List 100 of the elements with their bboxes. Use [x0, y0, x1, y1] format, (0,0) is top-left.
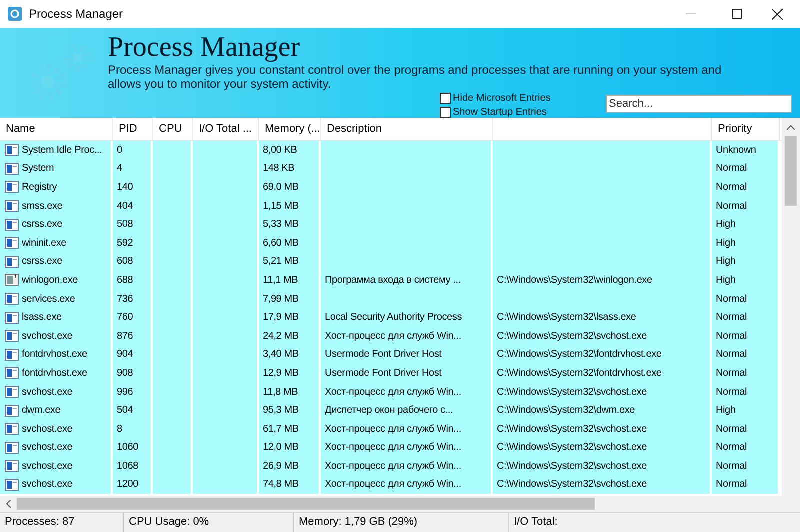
window-icon [5, 144, 19, 156]
maximize-icon[interactable] [732, 9, 742, 19]
horizontal-scrollbar[interactable] [0, 496, 800, 512]
table-cell: smss.exe [0, 196, 113, 216]
table-cell: wininit.exe [0, 234, 113, 253]
table-cell: Normal [712, 346, 780, 364]
table-cell: Normal [712, 476, 780, 494]
table-cell: High [712, 215, 780, 234]
table-cell: High [712, 401, 780, 420]
column-header[interactable]: Name [0, 118, 113, 140]
table-cell: System [0, 160, 113, 178]
table-cell: 95,3 MB [259, 401, 321, 420]
column-header[interactable]: Description [321, 118, 493, 140]
checkbox-label: Hide Microsoft Entries [453, 92, 551, 105]
window-title: Process Manager [29, 6, 124, 23]
table-cell: Normal [712, 160, 780, 178]
table-cell: C:\Windows\System32\fontdrvhost.exe [493, 364, 712, 383]
table-cell: 61,7 MB [259, 420, 321, 438]
scroll-up-icon[interactable] [787, 125, 795, 130]
table-cell: C:\Windows\System32\svchost.exe [493, 457, 712, 476]
table-cell: Usermode Font Driver Host [321, 346, 493, 364]
table-cell: fontdrvhost.exe [0, 346, 113, 364]
table-cell: 508 [113, 215, 153, 234]
table-cell: winlogon.exe [0, 271, 113, 290]
status-text: I/O Total: [514, 515, 558, 530]
column-header[interactable]: CPU [153, 118, 193, 140]
table-cell: Хост-процесс для служб Win... [321, 382, 493, 402]
table-cell: svchost.exe [0, 476, 113, 494]
checkbox[interactable] [440, 107, 451, 118]
window-icon [5, 256, 19, 268]
table-cell: 12,0 MB [259, 438, 321, 458]
table-cell: Normal [712, 326, 780, 346]
table-cell: Normal [712, 290, 780, 308]
table-cell: 5,21 MB [259, 252, 321, 272]
table-cell: 608 [113, 252, 153, 272]
table-cell: 996 [113, 382, 153, 402]
table-cell [193, 476, 259, 494]
table-cell: C:\Windows\System32\dwm.exe [493, 401, 712, 420]
table-cell: svchost.exe [0, 326, 113, 346]
window-icon [5, 274, 19, 286]
table-cell: Normal [712, 308, 780, 327]
window-icon [5, 162, 19, 175]
table-cell: 69,0 MB [259, 178, 321, 197]
table-cell: 904 [113, 346, 153, 364]
app-icon [8, 7, 22, 21]
table-cell: svchost.exe [0, 420, 113, 438]
window-icon [5, 330, 19, 342]
window-icon [5, 423, 19, 436]
table-cell: 0 [113, 141, 153, 160]
table-cell: High [712, 252, 780, 272]
window-icon [5, 200, 19, 212]
table-cell: 140 [113, 178, 153, 197]
table-cell: 17,9 MB [259, 308, 321, 327]
status-text: Processes: 87 [5, 515, 75, 530]
scrollbar-thumb[interactable] [17, 498, 595, 510]
table-cell: 12,9 MB [259, 364, 321, 383]
table-cell: High [712, 271, 780, 290]
checkbox[interactable] [440, 93, 451, 104]
table-cell: svchost.exe [0, 382, 113, 402]
table-cell: dwm.exe [0, 401, 113, 420]
search-field[interactable]: Search... [606, 95, 792, 113]
table-cell: 688 [113, 271, 153, 290]
status-text: CPU Usage: 0% [129, 515, 210, 530]
column-header[interactable]: Priority [712, 118, 780, 140]
banner-description: Process Manager gives you constant control over the programs and processes that are running on your system and allows you to monitor your system activity. [108, 63, 723, 91]
table-cell: Unknown [712, 141, 780, 160]
table-cell: C:\Windows\System32\lsass.exe [493, 308, 712, 327]
table-cell: 11,8 MB [259, 382, 321, 402]
column-header[interactable]: I/O Total ... [193, 118, 259, 140]
window-icon [5, 348, 19, 361]
scrollbar-thumb[interactable] [785, 136, 797, 206]
window-icon [5, 218, 19, 231]
table-cell: 1200 [113, 476, 153, 494]
table-cell: Registry [0, 178, 113, 197]
table-cell: 26,9 MB [259, 457, 321, 476]
window-icon [5, 312, 19, 324]
window-icon [5, 460, 19, 472]
table-cell: lsass.exe [0, 308, 113, 327]
table-cell: 5,33 MB [259, 215, 321, 234]
table-cell: 3,40 MB [259, 346, 321, 364]
table-cell: Normal [712, 382, 780, 402]
table-cell: services.exe [0, 290, 113, 308]
table-cell: 24,2 MB [259, 326, 321, 346]
table-cell: System Idle Proc... [0, 141, 113, 160]
table-cell: 4 [113, 160, 153, 178]
table-cell: Хост-процесс для служб Win... [321, 326, 493, 346]
table-cell: Normal [712, 420, 780, 438]
table-cell: 1,15 MB [259, 196, 321, 216]
table-cell: 1068 [113, 457, 153, 476]
table-cell: C:\Windows\System32\fontdrvhost.exe [493, 346, 712, 364]
close-icon[interactable] [772, 8, 783, 20]
status-text: Memory: 1,79 GB (29%) [299, 515, 418, 530]
vertical-scrollbar[interactable] [782, 118, 800, 496]
table-cell: 148 KB [259, 160, 321, 178]
column-header[interactable]: PID [113, 118, 153, 140]
scroll-left-icon[interactable] [6, 500, 11, 508]
column-header[interactable]: Memory (... [259, 118, 321, 140]
banner-title: Process Manager [108, 34, 302, 62]
table-cell: 876 [113, 326, 153, 346]
window-icon [5, 293, 19, 306]
